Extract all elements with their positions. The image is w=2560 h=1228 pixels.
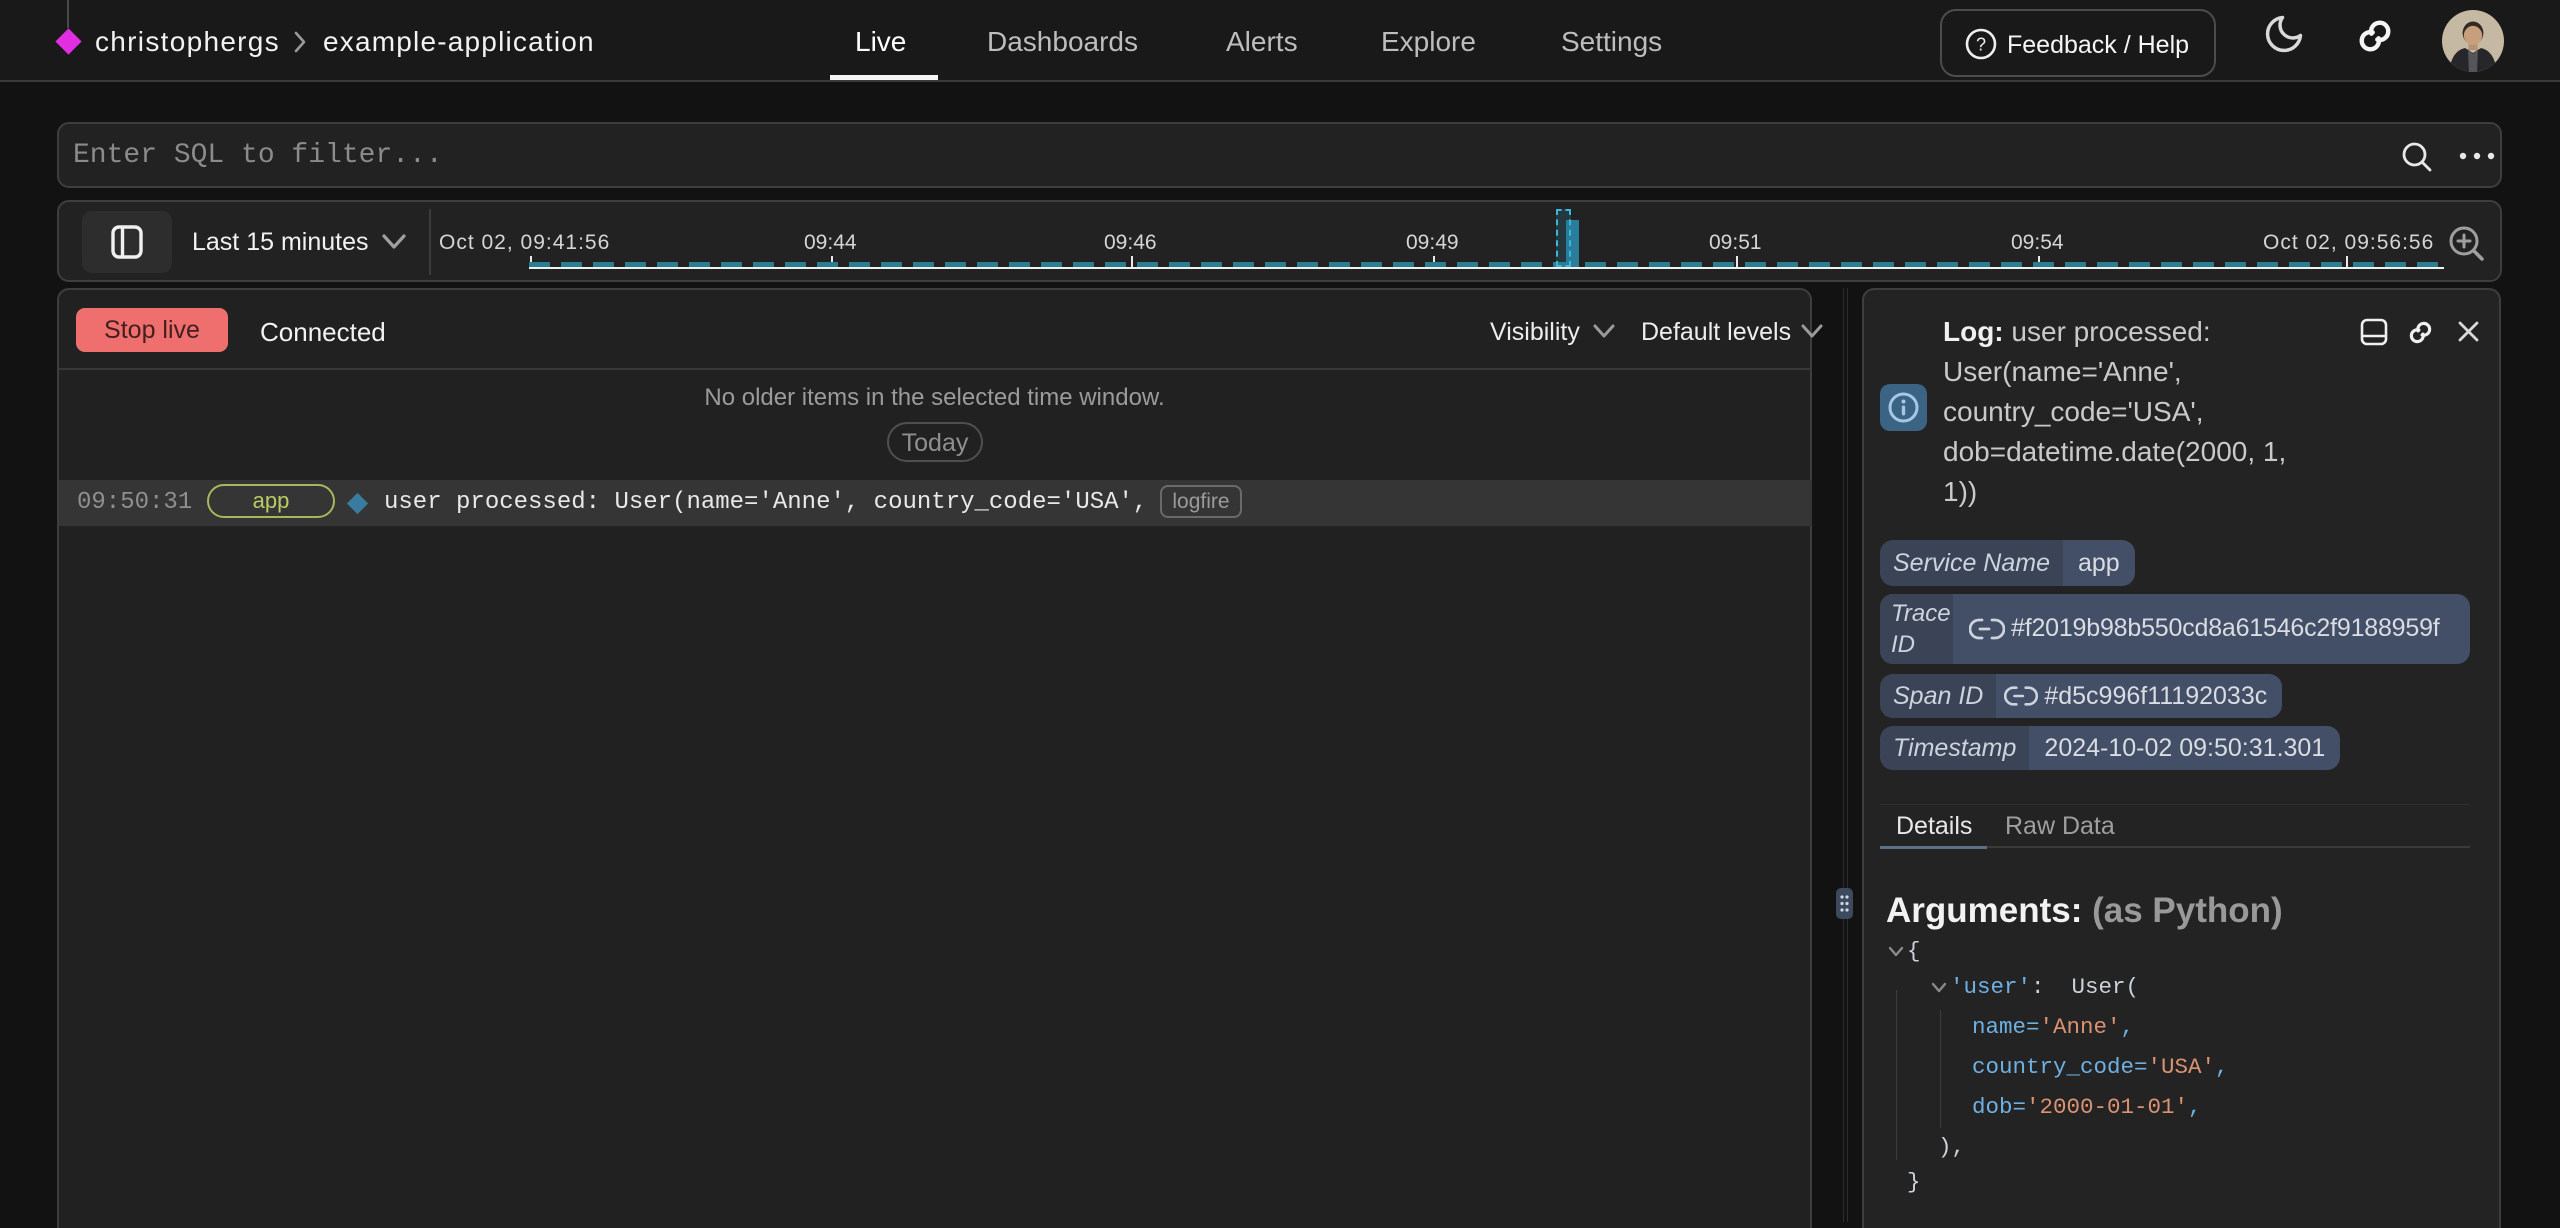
svg-text:?: ?: [1976, 35, 1986, 55]
